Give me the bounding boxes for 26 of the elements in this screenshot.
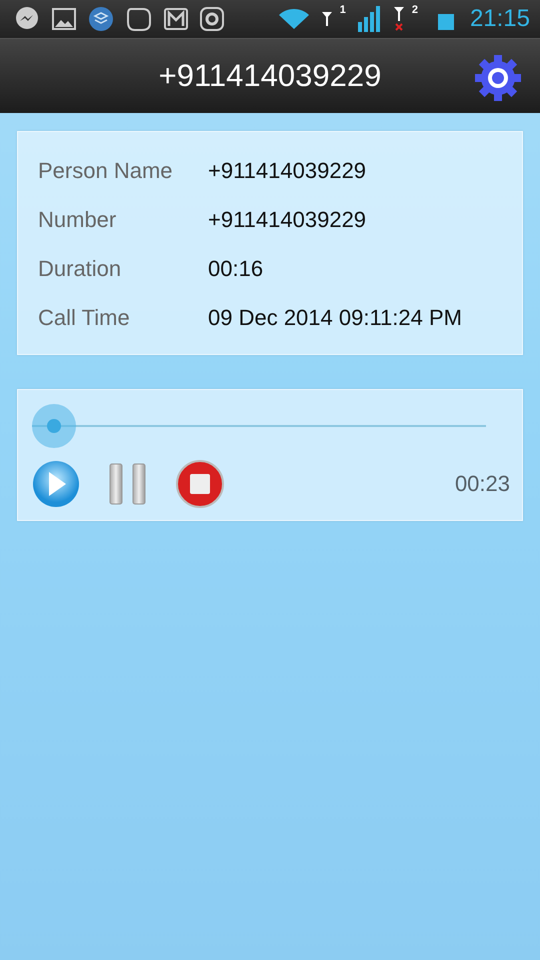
seek-thumb[interactable] xyxy=(32,404,76,448)
stop-button[interactable] xyxy=(176,460,224,508)
detail-label: Number xyxy=(38,206,118,234)
wifi-icon xyxy=(278,7,310,31)
box-icon xyxy=(88,6,114,32)
detail-value: 00:16 xyxy=(208,255,264,283)
clock: 21:15 xyxy=(470,5,530,33)
mail-icon xyxy=(164,8,188,30)
pause-button[interactable] xyxy=(108,463,148,505)
detail-label: Call Time xyxy=(38,304,131,332)
play-button[interactable] xyxy=(32,460,80,508)
battery-icon xyxy=(438,14,454,30)
app-title: +911414039229 xyxy=(158,58,382,94)
detail-label: Person Name xyxy=(38,157,174,185)
messenger-icon xyxy=(14,6,40,32)
playback-time: 00:23 xyxy=(454,471,510,497)
detail-label: Duration xyxy=(38,255,122,283)
detail-value: +911414039229 xyxy=(208,206,368,234)
sim-label: 1 xyxy=(340,5,346,16)
image-icon xyxy=(52,7,76,31)
detail-value: 09 Dec 2014 09:11:24 PM xyxy=(208,304,463,332)
signal-icon xyxy=(358,6,382,32)
sim-label: 2 xyxy=(412,5,418,16)
settings-icon[interactable] xyxy=(474,54,522,102)
chat-bubble-icon xyxy=(126,6,152,32)
detail-value: +911414039229 xyxy=(208,157,368,185)
